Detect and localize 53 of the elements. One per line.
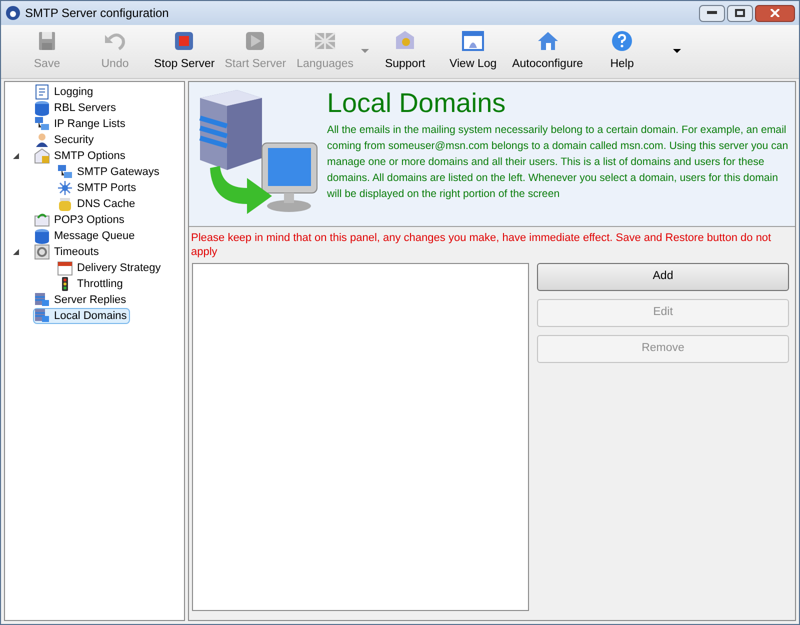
tree-node-icon xyxy=(57,180,73,196)
tree-item[interactable]: Logging xyxy=(33,84,96,100)
tree-node-icon xyxy=(34,132,50,148)
tree-node-icon xyxy=(34,292,50,308)
log-icon xyxy=(461,29,486,53)
tree-item[interactable]: Local Domains xyxy=(33,308,130,324)
tree-item[interactable]: SMTP Options xyxy=(33,148,128,164)
minimize-button[interactable] xyxy=(699,4,725,22)
expanded-arrow-icon[interactable] xyxy=(13,249,19,255)
tree-item[interactable]: SMTP Gateways xyxy=(56,164,162,180)
warning-text: Please keep in mind that on this panel, any changes you make, have immediate effect. Save and Restore button do not apply xyxy=(190,231,772,260)
stop-toolbar-button[interactable]: Stop Server xyxy=(149,29,220,75)
close-icon xyxy=(770,9,780,17)
tree-item[interactable]: Security xyxy=(33,132,97,148)
close-button[interactable] xyxy=(755,4,795,22)
help-icon xyxy=(610,29,634,53)
tree-item[interactable]: Message Queue xyxy=(33,228,138,244)
maximize-button[interactable] xyxy=(727,4,753,22)
support-toolbar-button[interactable]: Support xyxy=(371,29,440,75)
window-title: SMTP Server configuration xyxy=(25,5,169,22)
app-icon xyxy=(5,5,21,21)
tree-item[interactable]: Timeouts xyxy=(33,244,102,260)
tree-item[interactable]: RBL Servers xyxy=(33,100,119,116)
tree-item[interactable]: Delivery Strategy xyxy=(56,260,164,276)
log-toolbar-button[interactable]: View Log xyxy=(439,29,508,75)
tree-node-icon xyxy=(34,116,50,132)
tree-item[interactable]: SMTP Ports xyxy=(56,180,140,196)
tree-node-icon xyxy=(57,196,73,212)
home-toolbar-button[interactable]: Autoconfigure xyxy=(507,29,588,75)
tree-node-icon xyxy=(57,260,73,276)
action-button[interactable]: Add xyxy=(537,263,789,291)
tree-node-icon xyxy=(34,228,50,244)
tree-item[interactable]: DNS Cache xyxy=(56,196,138,212)
tree-item[interactable]: Server Replies xyxy=(33,292,130,308)
tree-node-icon xyxy=(34,148,50,164)
tree-item[interactable]: Throttling xyxy=(56,276,126,292)
help-toolbar-button[interactable]: Help xyxy=(588,29,656,75)
tree-node-icon xyxy=(34,244,50,260)
minimize-icon xyxy=(707,11,717,15)
dropdown-arrow-icon xyxy=(673,49,682,53)
tree-node-icon xyxy=(34,212,50,228)
home-icon xyxy=(536,29,560,53)
tree-node-icon xyxy=(57,164,73,180)
expanded-arrow-icon[interactable] xyxy=(13,153,19,159)
dropdown-arrow-icon xyxy=(361,49,370,53)
panel-description: All the emails in the mailing system necessarily belong to a certain domain. For example, an email coming from someuser@msn.com belongs to a domain called msn.com. Using this server you can manage one or more domains and all their users. This is a list of domains and users for these domains. All domains are listed on the left. Whenever you select a domain, users for this domain will be displayed on the right portion of the screen xyxy=(327,123,789,202)
tree-node-icon xyxy=(34,100,50,116)
panel-title: Local Domains xyxy=(327,87,507,120)
tree-node-icon xyxy=(34,308,50,324)
tree-item[interactable]: IP Range Lists xyxy=(33,116,128,132)
tree-item[interactable]: POP3 Options xyxy=(33,212,128,228)
tree-node-icon xyxy=(34,84,50,100)
maximize-icon xyxy=(735,9,745,17)
